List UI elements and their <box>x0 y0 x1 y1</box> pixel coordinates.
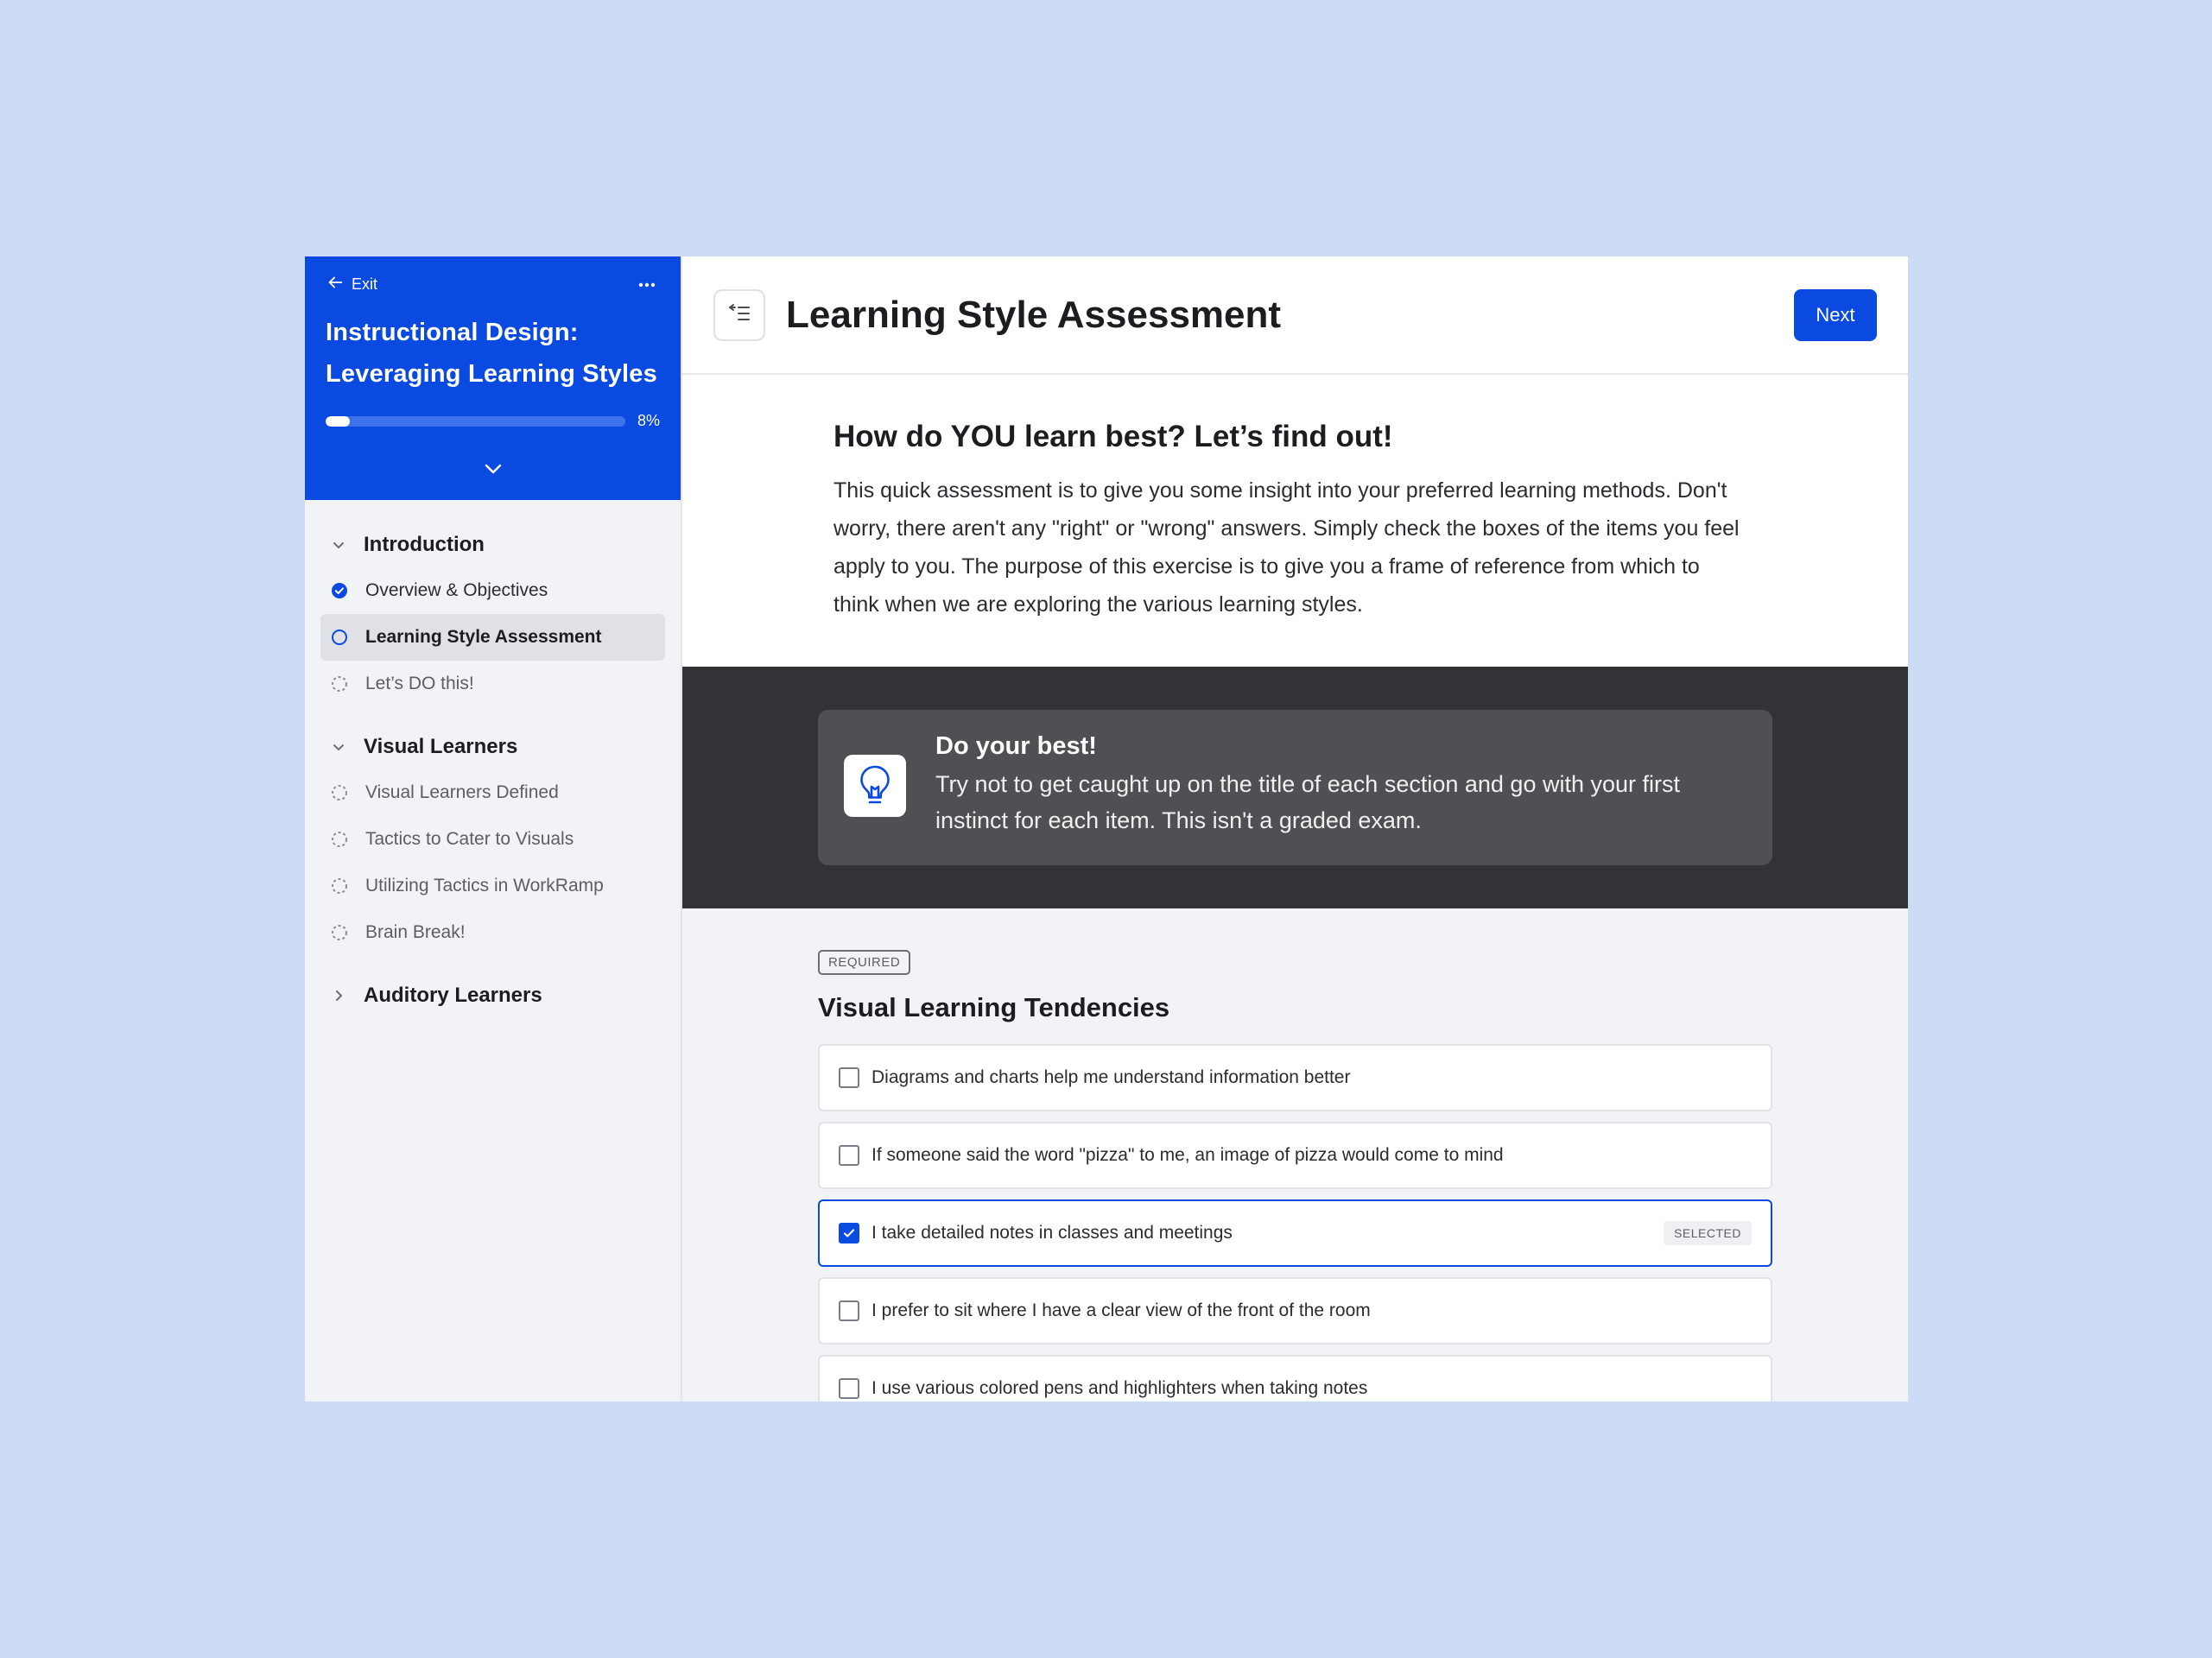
answer-option[interactable]: If someone said the word "pizza" to me, … <box>818 1122 1772 1189</box>
lesson-label: Overview & Objectives <box>365 580 548 600</box>
intro-section: How do YOU learn best? Let’s find out! T… <box>682 375 1908 667</box>
progress-percent: 8% <box>637 412 660 429</box>
checkbox[interactable] <box>839 1145 859 1166</box>
lesson-toolbar: Learning Style Assessment Next <box>682 256 1908 375</box>
more-options-button[interactable] <box>634 271 660 297</box>
section-title: Visual Learners <box>364 735 518 758</box>
course-progress: 8% <box>326 412 660 430</box>
chevron-right-icon <box>331 988 346 1003</box>
checkbox[interactable] <box>839 1223 859 1244</box>
callout-body: Try not to get caught up on the title of… <box>935 771 1680 833</box>
answer-option[interactable]: Diagrams and charts help me understand i… <box>818 1044 1772 1111</box>
required-badge: REQUIRED <box>818 950 911 975</box>
intro-body: This quick assessment is to give you som… <box>833 478 1740 617</box>
next-button[interactable]: Next <box>1794 288 1877 341</box>
course-title-line1: Instructional Design: <box>326 319 579 346</box>
lesson-item[interactable]: Overview & Objectives <box>320 567 665 614</box>
course-title-line2: Leveraging Learning Styles <box>326 360 657 388</box>
callout-card: Do your best! Try not to get caught up o… <box>818 710 1772 865</box>
checkbox[interactable] <box>839 1300 859 1321</box>
expand-header-button[interactable] <box>479 460 507 481</box>
checkmark-icon <box>843 1229 855 1237</box>
lesson-label: Learning Style Assessment <box>365 627 602 647</box>
check-circle-icon <box>331 582 348 599</box>
lesson-item[interactable]: Visual Learners Defined <box>320 769 665 816</box>
section-header[interactable]: Visual Learners <box>320 730 665 764</box>
lesson-item[interactable]: Brain Break! <box>320 909 665 956</box>
option-label: If someone said the word "pizza" to me, … <box>871 1145 1504 1165</box>
lesson-label: Tactics to Cater to Visuals <box>365 829 574 849</box>
course-header: Exit Instructional Design: Leveraging Le… <box>305 256 681 500</box>
question-title: Visual Learning Tendencies <box>818 992 1170 1022</box>
lesson-item[interactable]: Utilizing Tactics in WorkRamp <box>320 863 665 909</box>
section-title: Introduction <box>364 533 485 556</box>
selected-badge: SELECTED <box>1664 1221 1752 1245</box>
exit-button[interactable]: Exit <box>326 273 377 296</box>
dashed-circle-icon <box>331 924 348 941</box>
answer-option[interactable]: I take detailed notes in classes and mee… <box>818 1199 1772 1267</box>
options-list: Diagrams and charts help me understand i… <box>818 1044 1772 1402</box>
more-horizontal-icon <box>638 276 656 292</box>
lesson-content: Learning Style Assessment Next How do YO… <box>682 256 1908 1402</box>
checkbox[interactable] <box>839 1378 859 1399</box>
callout-section: Do your best! Try not to get caught up o… <box>682 667 1908 908</box>
course-sidebar: Exit Instructional Design: Leveraging Le… <box>305 256 682 1402</box>
lightbulb-icon <box>844 755 906 817</box>
dashed-circle-icon <box>331 675 348 693</box>
chevron-down-icon <box>331 739 346 755</box>
toggle-outline-button[interactable] <box>713 288 765 341</box>
lesson-label: Visual Learners Defined <box>365 782 559 802</box>
current-circle-icon <box>331 629 348 646</box>
outline-toggle-icon <box>728 302 751 327</box>
progress-bar <box>326 415 625 427</box>
section-header[interactable]: Auditory Learners <box>320 978 665 1013</box>
checkbox[interactable] <box>839 1067 859 1088</box>
answer-option[interactable]: I prefer to sit where I have a clear vie… <box>818 1277 1772 1345</box>
chevron-down-icon <box>484 463 503 479</box>
lesson-label: Let’s DO this! <box>365 674 474 693</box>
dashed-circle-icon <box>331 784 348 801</box>
lesson-item[interactable]: Tactics to Cater to Visuals <box>320 816 665 863</box>
option-label: Diagrams and charts help me understand i… <box>871 1067 1351 1087</box>
page-title: Learning Style Assessment <box>786 293 1282 336</box>
option-label: I use various colored pens and highlight… <box>871 1378 1368 1398</box>
section-header[interactable]: Introduction <box>320 528 665 562</box>
exit-label: Exit <box>352 275 378 293</box>
section-title: Auditory Learners <box>364 984 542 1007</box>
course-title: Instructional Design: Leveraging Learnin… <box>326 312 660 395</box>
course-outline: Introduction Overview & Objectives Learnin… <box>305 500 681 1018</box>
option-label: I prefer to sit where I have a clear vie… <box>871 1300 1371 1320</box>
lesson-item[interactable]: Let’s DO this! <box>320 661 665 707</box>
app-window: Exit Instructional Design: Leveraging Le… <box>305 256 1908 1402</box>
lesson-label: Brain Break! <box>365 922 466 942</box>
intro-heading: How do YOU learn best? Let’s find out! <box>833 420 1393 453</box>
dashed-circle-icon <box>331 831 348 848</box>
lesson-item[interactable]: Learning Style Assessment <box>320 614 665 661</box>
chevron-down-icon <box>331 537 346 553</box>
answer-option[interactable]: I use various colored pens and highlight… <box>818 1355 1772 1402</box>
arrow-left-icon <box>326 273 345 296</box>
dashed-circle-icon <box>331 877 348 895</box>
lesson-label: Utilizing Tactics in WorkRamp <box>365 876 604 895</box>
question-section: REQUIRED Visual Learning Tendencies Diag… <box>682 908 1908 1402</box>
callout-title: Do your best! <box>935 732 1097 760</box>
option-label: I take detailed notes in classes and mee… <box>871 1223 1233 1243</box>
progress-bar-fill <box>326 415 350 427</box>
